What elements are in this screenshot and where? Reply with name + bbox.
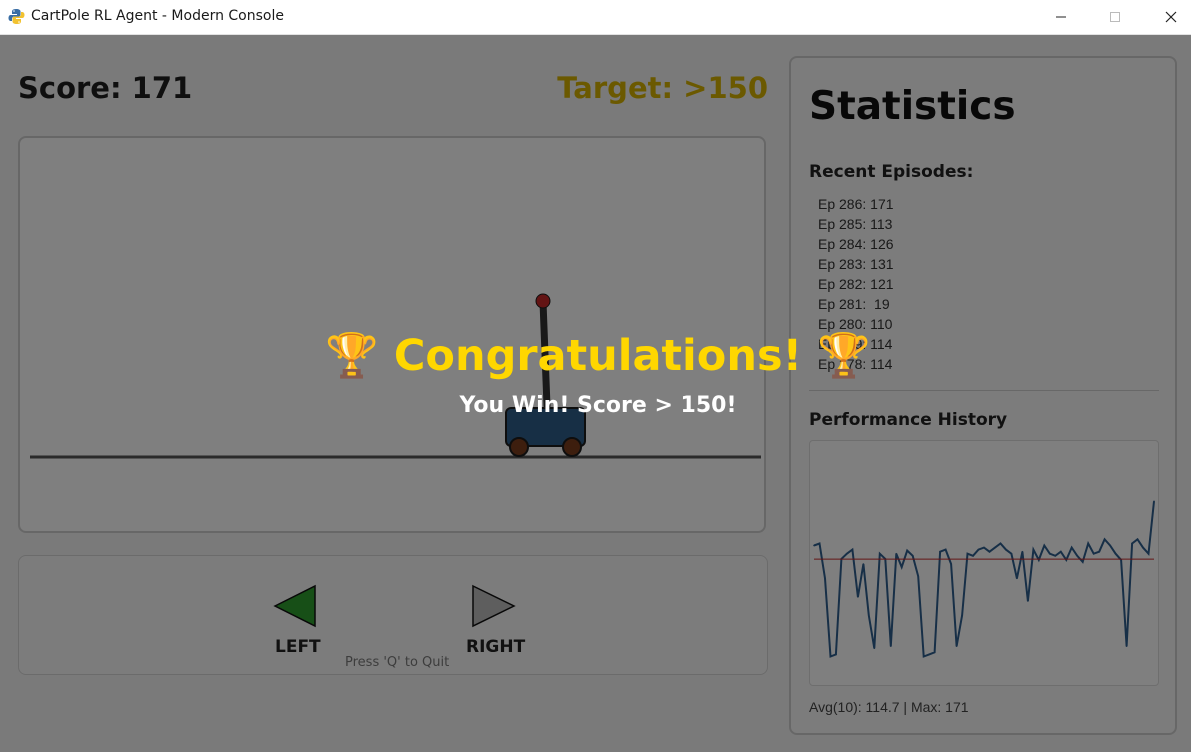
window-title: CartPole RL Agent - Modern Console [31,8,284,24]
close-icon [1165,11,1177,23]
win-message: You Win! Score > 150! [459,393,737,418]
title-bar[interactable]: CartPole RL Agent - Modern Console [0,0,1191,35]
maximize-icon [1110,12,1120,22]
minimize-icon [1056,16,1066,18]
python-snake-icon [8,8,25,25]
close-button[interactable] [1148,0,1191,34]
minimize-button[interactable] [1038,0,1084,34]
maximize-button[interactable] [1092,0,1138,34]
congratulations-banner: 🏆 Congratulations! 🏆 [325,331,871,381]
app-window: CartPole RL Agent - Modern Console Score… [0,0,1191,752]
